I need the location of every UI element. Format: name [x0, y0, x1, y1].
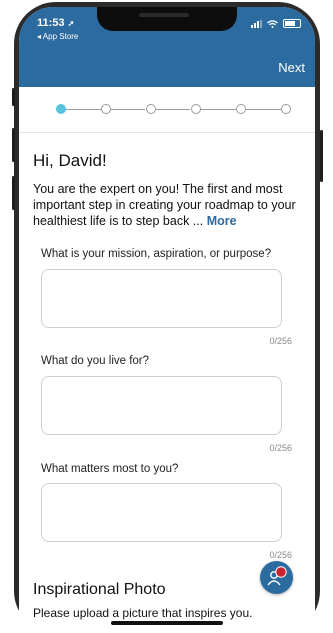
intro-body: You are the expert on you! The first and… [33, 182, 296, 228]
photo-section-title: Inspirational Photo [33, 581, 166, 598]
question-label-mission: What is your mission, aspiration, or pur… [41, 248, 272, 260]
greeting-title: Hi, David! [33, 151, 107, 170]
mission-text-area[interactable] [41, 269, 282, 328]
person-chat-icon [267, 566, 287, 586]
intro-text: You are the expert on you! The first and… [33, 181, 305, 229]
wifi-icon [267, 19, 278, 28]
step-indicator-5 [236, 104, 246, 114]
photo-section-description: Please upload a picture that inspires yo… [33, 606, 253, 620]
back-to-app-store-link[interactable]: ◂ App Store [37, 32, 78, 41]
speaker-grille [139, 13, 189, 17]
live-for-char-count: 0/256 [269, 443, 292, 453]
chat-coach-button[interactable] [260, 561, 293, 594]
step-connector [65, 109, 101, 110]
step-indicator-2 [101, 104, 111, 114]
step-indicator-3 [146, 104, 156, 114]
step-connector [111, 109, 145, 110]
more-link[interactable]: More [207, 214, 237, 228]
step-connector [246, 109, 281, 110]
question-label-live-for: What do you live for? [41, 355, 150, 367]
matters-most-text-area[interactable] [41, 483, 282, 542]
progress-stepper [19, 87, 315, 133]
next-button[interactable]: Next [278, 60, 305, 75]
step-connector [201, 109, 236, 110]
volume-down-button [12, 176, 15, 210]
live-for-text-area[interactable] [41, 376, 282, 435]
mission-char-count: 0/256 [269, 336, 292, 346]
status-time: 11:53 ➚ [37, 17, 75, 29]
location-icon: ➚ [67, 19, 75, 28]
status-icons [251, 19, 301, 28]
step-indicator-6 [281, 104, 291, 114]
silent-switch [12, 88, 15, 106]
signal-icon [251, 19, 262, 28]
battery-icon [283, 19, 301, 28]
question-label-matters-most: What matters most to you? [41, 463, 179, 475]
main-content: Hi, David! You are the expert on you! Th… [19, 133, 315, 633]
app-header: 11:53 ➚ ◂ App Store Next [19, 7, 315, 87]
power-button [320, 130, 323, 182]
home-indicator [111, 621, 223, 625]
app-screen: 11:53 ➚ ◂ App Store Next Hi, David! You … [19, 7, 315, 633]
step-indicator-4 [191, 104, 201, 114]
volume-up-button [12, 128, 15, 162]
step-indicator-1 [56, 104, 66, 114]
matters-most-char-count: 0/256 [269, 550, 292, 560]
step-connector [156, 109, 190, 110]
phone-notch [97, 7, 237, 31]
